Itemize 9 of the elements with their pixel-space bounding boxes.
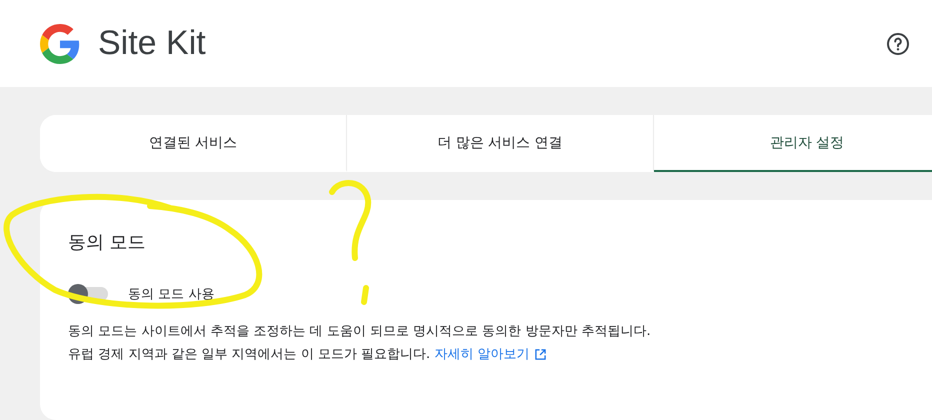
- section-title: 동의 모드: [68, 231, 147, 254]
- app-title: Site Kit: [98, 24, 206, 63]
- description-text: 동의 모드는 사이트에서 추적을 조정하는 데 도움이 되므로 명시적으로 동의한 방문자만 추적됩니다. 유럽 경제 지역과 같은 일부 지역에서는 이 모드가 필요합니다. 자세히 알아보기: [68, 320, 932, 366]
- external-link-icon: [535, 349, 546, 360]
- learn-more-link[interactable]: 자세히 알아보기: [434, 343, 546, 366]
- toggle-label: 동의 모드 사용: [128, 286, 214, 303]
- tab[interactable]: 연결된 서비스: [40, 115, 347, 172]
- google-logo-icon: [40, 24, 80, 64]
- help-icon[interactable]: [886, 32, 910, 56]
